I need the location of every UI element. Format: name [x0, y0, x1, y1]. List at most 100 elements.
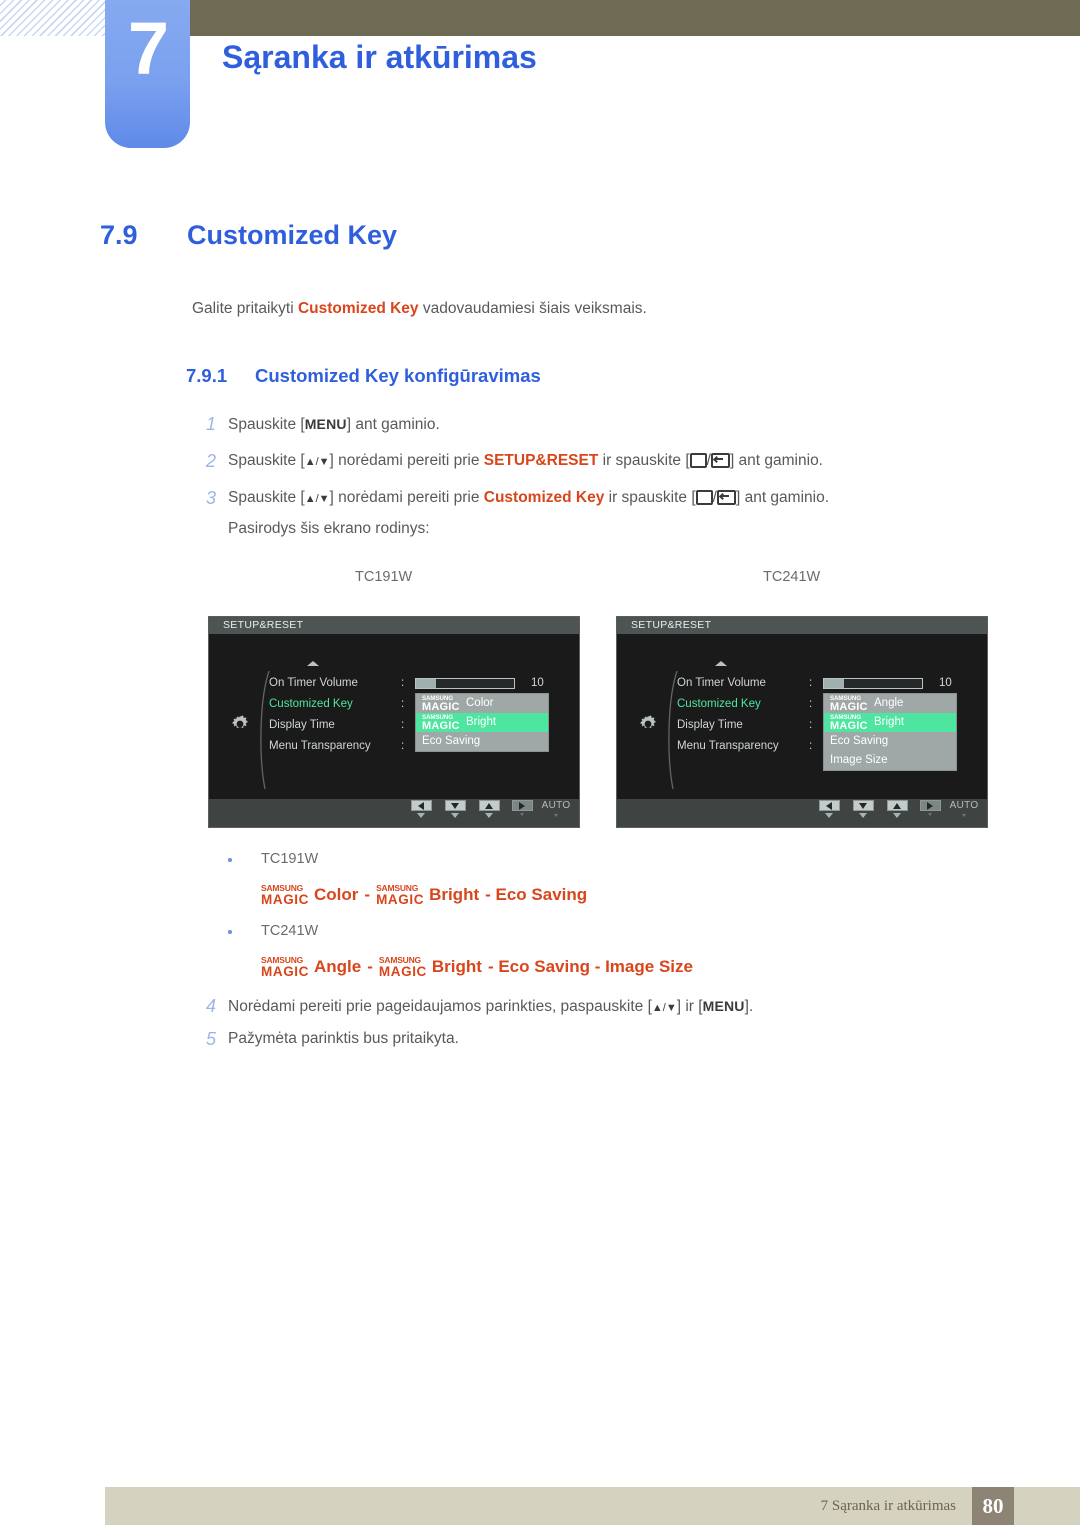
- bullet-marker: [228, 930, 232, 934]
- option-label: Bright: [429, 885, 480, 904]
- osd-colon: :: [401, 719, 405, 731]
- osd-row-label: Display Time: [677, 719, 743, 731]
- osd-power-button[interactable]: ⏻: [981, 800, 987, 817]
- osd-left-button[interactable]: [817, 800, 841, 818]
- dropdown-item-magicangle[interactable]: SAMSUNG MAGIC Angle: [824, 694, 956, 713]
- samsung-magic-logo: SAMSUNG MAGIC: [422, 695, 460, 713]
- scroll-up-indicator-icon: [307, 661, 319, 666]
- dropdown-item-image-size[interactable]: Image Size: [824, 751, 956, 770]
- step-text: Norėdami pereiti prie pageidaujamos pari…: [228, 998, 652, 1015]
- option-label: - Eco Saving - Image Size: [487, 957, 693, 976]
- volume-slider-fill: [416, 679, 436, 688]
- osd-row-label: Display Time: [269, 719, 335, 731]
- osd-down-button[interactable]: [851, 800, 875, 818]
- osd-colon: :: [809, 719, 813, 731]
- osd-title: SETUP&RESET: [617, 617, 987, 634]
- step-text: Spauskite [: [228, 489, 305, 506]
- osd-row-label: Customized Key: [269, 698, 353, 710]
- chapter-tab: 7: [105, 0, 190, 148]
- step-body-1: Spauskite [MENU] ant gaminio.: [228, 413, 440, 436]
- step-text: ] ant gaminio.: [729, 452, 823, 469]
- osd-row-on-timer-volume[interactable]: On Timer Volume : 10: [269, 673, 579, 694]
- gear-icon: [640, 715, 656, 729]
- dropdown-item-magicbright[interactable]: SAMSUNG MAGIC Bright: [824, 713, 956, 732]
- scroll-up-indicator-icon: [715, 661, 727, 666]
- osd-auto-button[interactable]: AUTO: [539, 800, 573, 817]
- osd-colon: :: [809, 740, 813, 752]
- step-number-1: 1: [205, 414, 216, 434]
- dropdown-item-label: Bright: [874, 716, 905, 728]
- step-text: ] norėdami pereiti prie: [329, 489, 484, 506]
- bullet-options-tc191w: SAMSUNG MAGIC Color - SAMSUNG MAGIC Brigh…: [261, 883, 587, 908]
- step-text: ] norėdami pereiti prie: [329, 452, 484, 469]
- enter-icon: [710, 452, 730, 474]
- osd-title: SETUP&RESET: [209, 617, 579, 634]
- enter-icon: [716, 489, 736, 511]
- dropdown-item-label: Image Size: [830, 754, 888, 766]
- osd-row-label: On Timer Volume: [677, 677, 766, 689]
- step-number-2: 2: [205, 451, 216, 471]
- samsung-magic-logo: SAMSUNG MAGIC: [376, 883, 425, 908]
- osd-colon: :: [809, 677, 813, 689]
- osd-down-button[interactable]: [443, 800, 467, 818]
- section-intro: Galite pritaikyti Customized Key vadovau…: [192, 298, 647, 320]
- osd-colon: :: [401, 740, 405, 752]
- volume-value: 10: [939, 677, 952, 689]
- osd-right-button[interactable]: [918, 800, 942, 816]
- osd-model-label-right: TC241W: [763, 569, 821, 585]
- customized-key-dropdown[interactable]: SAMSUNG MAGIC Angle SAMSUNG MAGIC Bright…: [823, 693, 957, 771]
- updown-arrows-icon: ▲/▼: [304, 493, 330, 505]
- menu-keycap: MENU: [304, 416, 347, 432]
- step-text: ].: [744, 998, 754, 1015]
- dropdown-item-label: Angle: [874, 697, 904, 709]
- option-label: Color: [314, 885, 359, 904]
- osd-up-button[interactable]: [477, 800, 501, 818]
- step-text: ] ant gaminio.: [346, 416, 440, 433]
- osd-screenshot-tc241w: SETUP&RESET On Timer Volume : 10 Customi…: [616, 616, 988, 828]
- osd-left-button[interactable]: [409, 800, 433, 818]
- step-body-3: Spauskite [▲/▼] norėdami pereiti prie Cu…: [228, 487, 829, 511]
- volume-slider[interactable]: [415, 678, 515, 689]
- osd-model-label-left: TC191W: [355, 569, 413, 585]
- step-number-5: 5: [205, 1029, 216, 1049]
- bullet-options-tc241w: SAMSUNG MAGIC Angle - SAMSUNG MAGIC Brigh…: [261, 955, 693, 980]
- dropdown-item-magiccolor[interactable]: SAMSUNG MAGIC Color: [416, 694, 548, 713]
- section-number: 7.9: [100, 220, 138, 250]
- step-number-4: 4: [205, 996, 216, 1016]
- dropdown-item-eco-saving[interactable]: Eco Saving: [416, 732, 548, 751]
- bullet-label-tc241w: TC241W: [261, 923, 319, 939]
- osd-screenshot-tc191w: SETUP&RESET On Timer Volume : 10 Customi…: [208, 616, 580, 828]
- customized-key-dropdown[interactable]: SAMSUNG MAGIC Color SAMSUNG MAGIC Bright…: [415, 693, 549, 752]
- intro-text-before: Galite pritaikyti: [192, 300, 298, 317]
- osd-row-on-timer-volume[interactable]: On Timer Volume : 10: [677, 673, 987, 694]
- subsection-number: 7.9.1: [186, 365, 228, 386]
- step-text: Spauskite [: [228, 416, 305, 433]
- osd-right-button[interactable]: [510, 800, 534, 816]
- page-number: 80: [982, 1494, 1004, 1518]
- samsung-magic-logo: SAMSUNG MAGIC: [261, 955, 309, 980]
- option-label: Angle: [314, 957, 362, 976]
- dropdown-item-magicbright[interactable]: SAMSUNG MAGIC Bright: [416, 713, 548, 732]
- osd-row-label: Customized Key: [677, 698, 761, 710]
- samsung-magic-logo: SAMSUNG MAGIC: [422, 714, 460, 732]
- section-title: Customized Key: [187, 220, 398, 250]
- step-text: ir spauskite [: [598, 452, 690, 469]
- step-text: Spauskite [: [228, 452, 305, 469]
- power-icon: ⏻: [981, 800, 987, 812]
- gear-icon: [232, 715, 248, 729]
- osd-row-label: Menu Transparency: [677, 740, 779, 752]
- step-body-2: Spauskite [▲/▼] norėdami pereiti prie SE…: [228, 450, 823, 474]
- step-body-5: Pažymėta parinktis bus pritaikyta.: [228, 1030, 459, 1047]
- menu-keycap: MENU: [702, 998, 745, 1014]
- dropdown-item-eco-saving[interactable]: Eco Saving: [824, 732, 956, 751]
- osd-up-button[interactable]: [885, 800, 909, 818]
- osd-power-button[interactable]: ⏻: [573, 800, 579, 817]
- osd-colon: :: [809, 698, 813, 710]
- samsung-magic-logo: SAMSUNG MAGIC: [830, 695, 868, 713]
- osd-auto-button[interactable]: AUTO: [947, 800, 981, 817]
- step-body-4: Norėdami pereiti prie pageidaujamos pari…: [228, 995, 753, 1019]
- intro-text-after: vadovaudamiesi šiais veiksmais.: [418, 300, 647, 317]
- volume-slider-fill: [824, 679, 844, 688]
- volume-slider[interactable]: [823, 678, 923, 689]
- osd-colon: :: [401, 698, 405, 710]
